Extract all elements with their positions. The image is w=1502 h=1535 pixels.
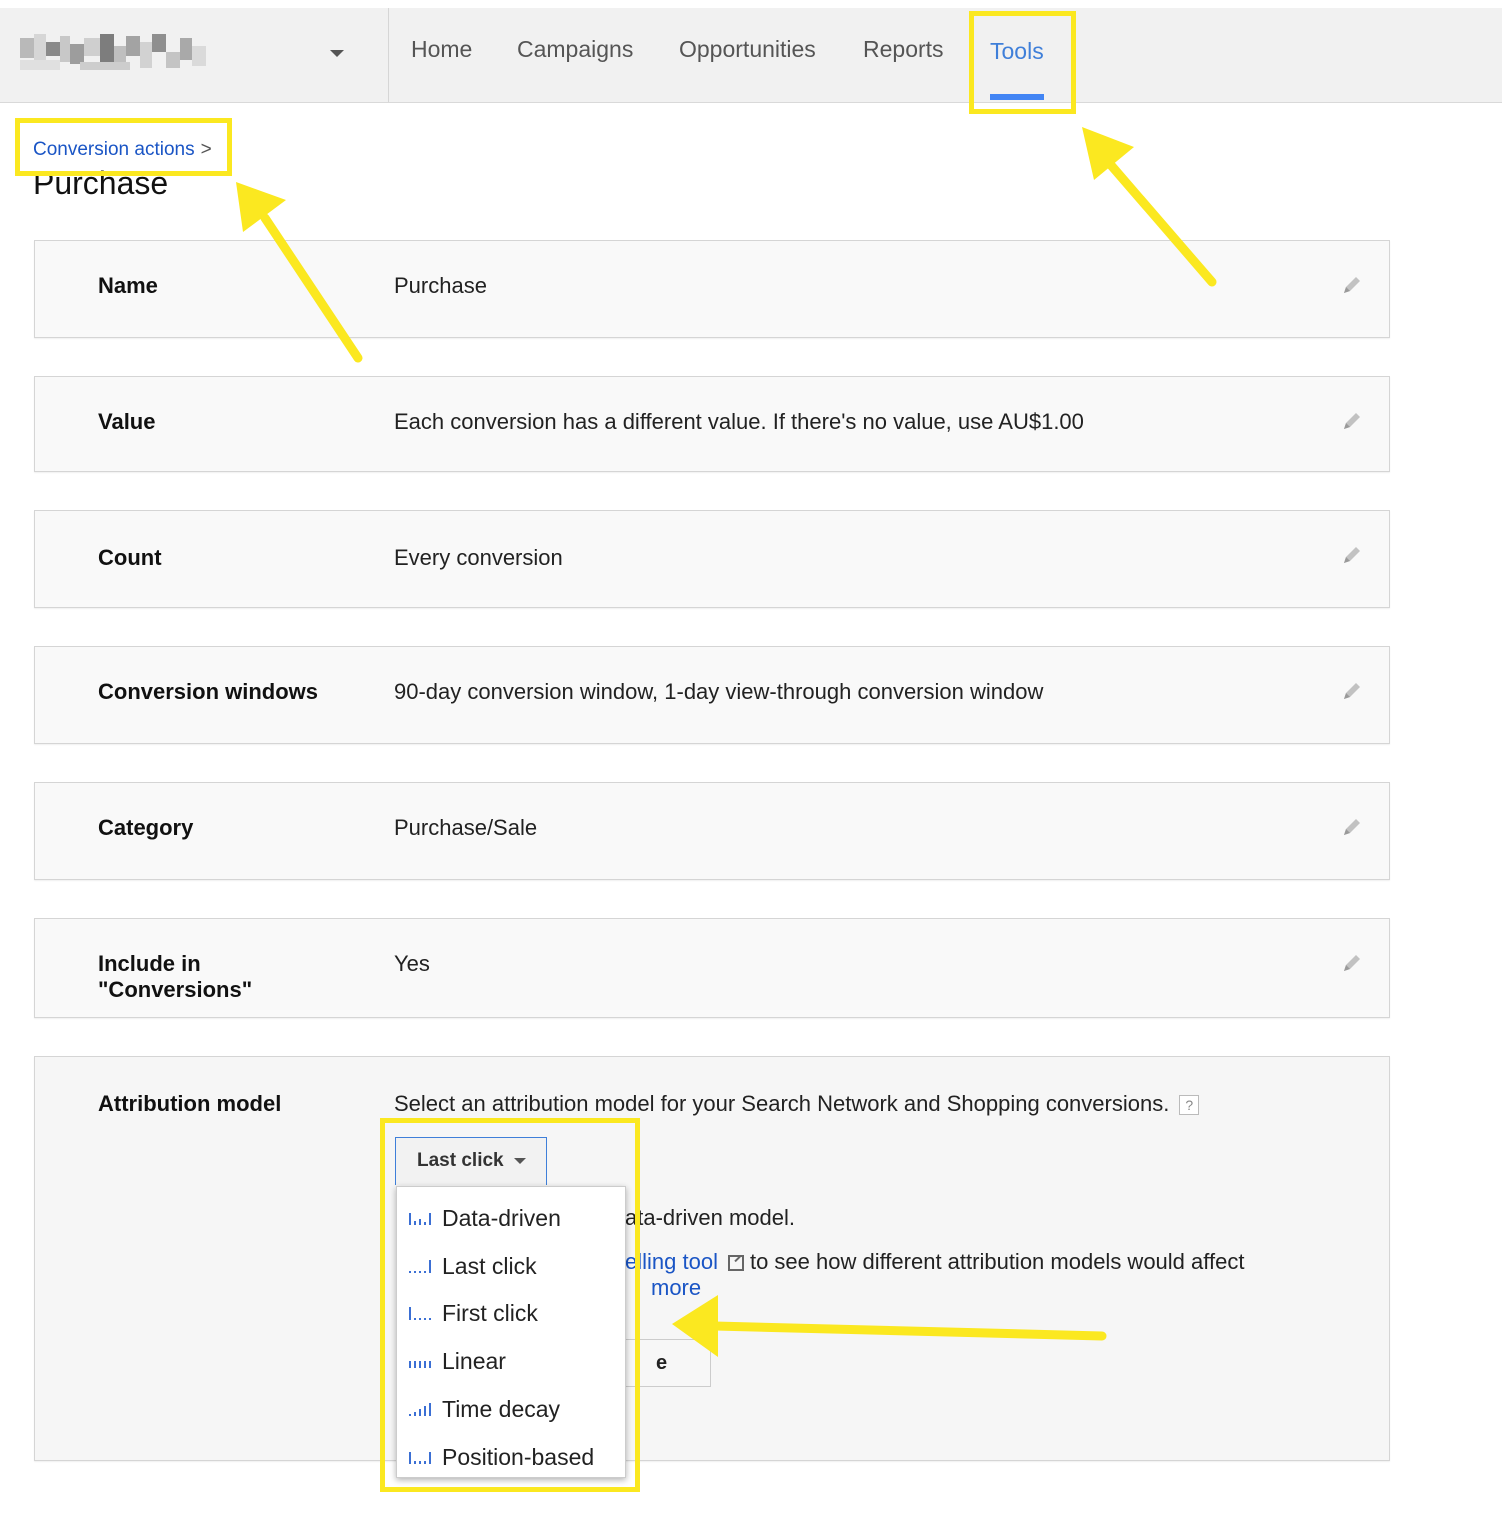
setting-value: 90-day conversion window, 1-day view-thr… [394, 679, 1044, 704]
setting-value: Purchase/Sale [394, 815, 538, 840]
nav-campaigns[interactable]: Campaigns [517, 36, 633, 63]
setting-label: Category [98, 815, 194, 840]
external-link-icon [727, 1255, 744, 1272]
top-navigation-bar: Home Campaigns Opportunities Reports Too… [0, 8, 1502, 103]
edit-pencil-icon[interactable] [1341, 410, 1363, 432]
setting-value: Purchase [394, 273, 487, 298]
nav-opportunities[interactable]: Opportunities [679, 36, 816, 63]
edit-pencil-icon[interactable] [1341, 816, 1363, 838]
setting-label: Conversion windows [98, 679, 319, 704]
setting-row-count: Count Every conversion [34, 510, 1390, 608]
highlight-box-attribution-menu [380, 1118, 640, 1492]
account-selector-blurred[interactable] [20, 32, 210, 76]
setting-row-attribution-model: Attribution model Select an attribution … [34, 1056, 1390, 1461]
highlight-box-tools [969, 11, 1076, 114]
setting-value: Every conversion [394, 545, 563, 570]
setting-value: Yes [394, 951, 430, 976]
edit-pencil-icon[interactable] [1341, 544, 1363, 566]
obscured-text: elling tool to see how different attribut… [625, 1249, 1245, 1274]
setting-row-include-in-conversions: Include in "Conversions" Yes [34, 918, 1390, 1018]
setting-value: Each conversion has a different value. I… [394, 409, 1084, 434]
help-icon[interactable]: ? [1179, 1095, 1200, 1116]
edit-pencil-icon[interactable] [1341, 680, 1363, 702]
setting-label: Include in "Conversions" [98, 951, 253, 1002]
setting-label: Name [98, 273, 158, 298]
attribution-description: Select an attribution model for your Sea… [394, 1091, 1200, 1117]
nav-divider [388, 8, 389, 102]
obscured-text: ata-driven model. [625, 1205, 795, 1230]
edit-pencil-icon[interactable] [1341, 274, 1363, 296]
highlight-box-breadcrumb [15, 118, 232, 176]
setting-label: Count [98, 545, 162, 570]
setting-row-value: Value Each conversion has a different va… [34, 376, 1390, 472]
nav-home[interactable]: Home [411, 36, 472, 63]
learn-more-link[interactable]: more [651, 1275, 701, 1301]
edit-pencil-icon[interactable] [1341, 952, 1363, 974]
setting-row-name: Name Purchase [34, 240, 1390, 338]
setting-label: Attribution model [98, 1091, 282, 1116]
account-dropdown-caret-icon[interactable] [330, 50, 344, 57]
setting-row-category: Category Purchase/Sale [34, 782, 1390, 880]
nav-reports[interactable]: Reports [863, 36, 944, 63]
setting-row-conversion-windows: Conversion windows 90-day conversion win… [34, 646, 1390, 744]
setting-label: Value [98, 409, 156, 434]
